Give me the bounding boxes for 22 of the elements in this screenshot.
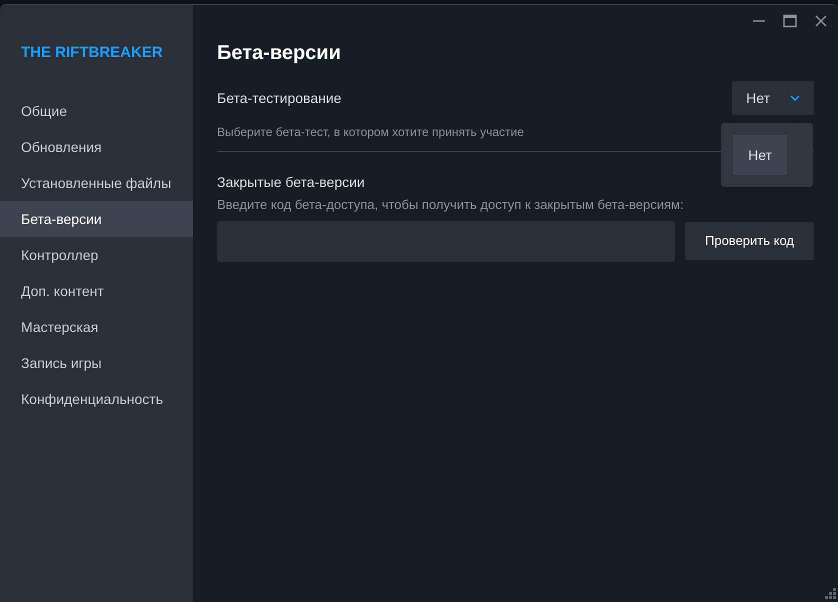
dropdown-option[interactable]: Нет (733, 135, 787, 175)
beta-dropdown[interactable]: Нет (732, 81, 814, 115)
sidebar-item[interactable]: Общие (0, 93, 193, 129)
sidebar-item[interactable]: Доп. контент (0, 273, 193, 309)
sidebar-item[interactable]: Запись игры (0, 345, 193, 381)
game-title: THE RIFTBREAKER (20, 43, 164, 63)
sidebar-item[interactable]: Конфиденциальность (0, 381, 193, 417)
sidebar-item[interactable]: Бета-версии (0, 201, 193, 237)
maximize-icon[interactable] (783, 14, 797, 28)
resize-grip-icon[interactable] (824, 588, 836, 600)
setting-label: Закрытые бета-версии (217, 173, 366, 192)
chevron-icon (790, 95, 800, 101)
sidebar-item[interactable]: Мастерская (0, 309, 193, 345)
setting-hint: Введите код бета-доступа, чтобы получить доступ к закрытым бета-версиям: (217, 196, 685, 214)
setting-label: Бета-тестирование (217, 88, 342, 108)
sidebar-item[interactable]: Контроллер (0, 237, 193, 273)
verify-code-button[interactable]: Проверить код (685, 222, 814, 260)
close-icon[interactable] (814, 14, 828, 28)
sidebar-item[interactable]: Установленные файлы (0, 165, 193, 201)
page-title: Бета-версии (217, 41, 342, 66)
setting-hint: Выберите бета-тест, в котором хотите принять участие (217, 124, 525, 141)
sidebar-item[interactable]: Обновления (0, 129, 193, 165)
